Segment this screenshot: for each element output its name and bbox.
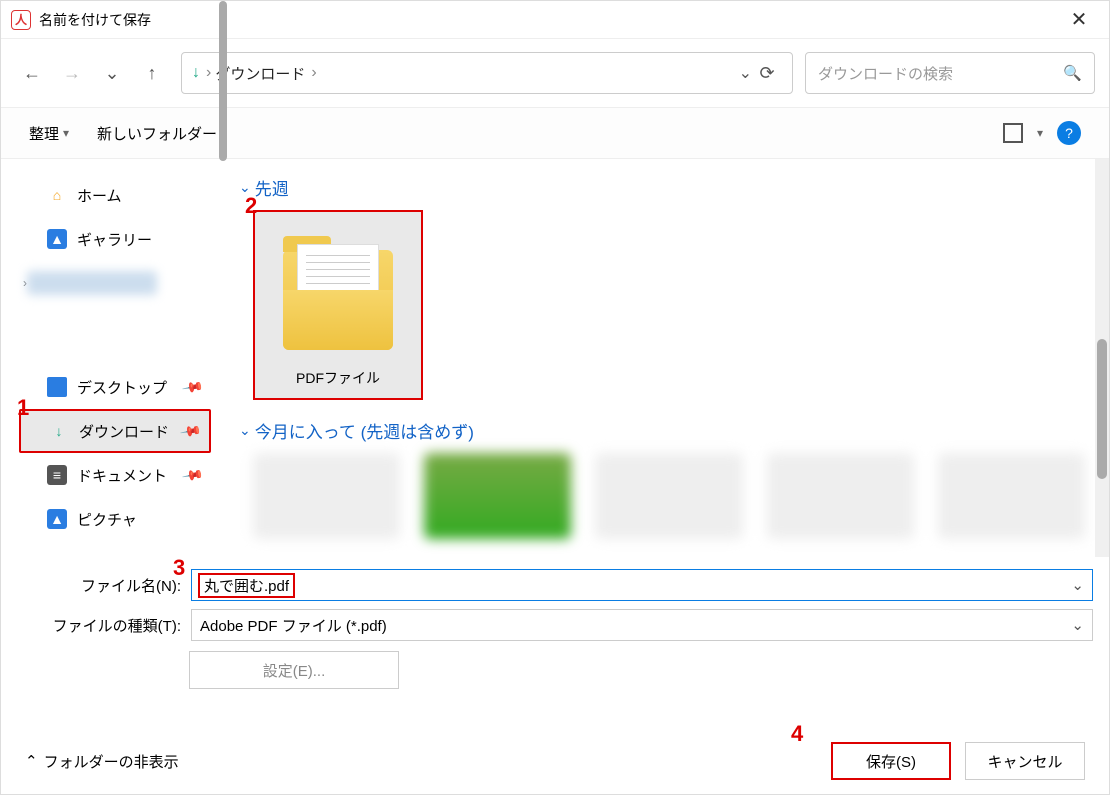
search-placeholder: ダウンロードの検索 <box>818 63 953 84</box>
filename-row: ファイル名(N): 丸で囲む.pdf ⌄ <box>1 565 1109 605</box>
redacted-item <box>27 271 157 295</box>
annotation-3: 3 <box>173 555 185 581</box>
pictures-icon: ▲ <box>47 509 67 529</box>
sidebar: ⌂ ホーム ▲ ギャラリー › デスクトップ 📌 ↓ ダウンロード 📌 <box>1 159 217 557</box>
chevron-down-icon: ▾ <box>1037 126 1043 140</box>
main-area: ⌂ ホーム ▲ ギャラリー › デスクトップ 📌 ↓ ダウンロード 📌 <box>1 159 1109 557</box>
form-area: ファイル名(N): 丸で囲む.pdf ⌄ ファイルの種類(T): Adobe P… <box>1 557 1109 689</box>
footer: ⌃ フォルダーの非表示 保存(S) キャンセル <box>1 742 1109 780</box>
cancel-button[interactable]: キャンセル <box>965 742 1085 780</box>
save-dialog: 人 名前を付けて保存 ✕ ← → ⌄ ↑ ↓ › ダウンロード › ⌄ ⟳ ダウ… <box>0 0 1110 795</box>
document-icon: ≡ <box>47 465 67 485</box>
up-button[interactable]: ↑ <box>135 56 169 90</box>
content-scrollbar[interactable] <box>1095 159 1109 557</box>
file-thumb[interactable] <box>767 453 914 539</box>
hide-folders-toggle[interactable]: ⌃ フォルダーの非表示 <box>25 751 179 772</box>
pin-icon: 📌 <box>178 419 202 443</box>
nav-row: ← → ⌄ ↑ ↓ › ダウンロード › ⌄ ⟳ ダウンロードの検索 🔍 <box>1 39 1109 107</box>
sidebar-item-pictures[interactable]: ▲ ピクチャ <box>19 497 211 541</box>
thumbnail-row <box>253 453 1085 539</box>
search-input[interactable]: ダウンロードの検索 🔍 <box>805 52 1095 94</box>
settings-button[interactable]: 設定(E)... <box>189 651 399 689</box>
toolbar: 整理 ▾ 新しいフォルダー ▾ ? <box>1 107 1109 159</box>
filename-input[interactable]: 丸で囲む.pdf ⌄ <box>191 569 1093 601</box>
recent-dropdown[interactable]: ⌄ <box>95 56 129 90</box>
chevron-down-icon: ⌄ <box>239 422 251 439</box>
window-title: 名前を付けて保存 <box>39 10 1059 30</box>
file-thumb[interactable] <box>424 453 571 539</box>
annotation-1: 1 <box>17 395 29 421</box>
home-icon: ⌂ <box>47 185 67 205</box>
view-mode-button[interactable] <box>1003 123 1023 143</box>
sidebar-item-onedrive[interactable]: › <box>19 261 211 305</box>
filename-label: ファイル名(N): <box>1 575 185 596</box>
new-folder-button[interactable]: 新しいフォルダー <box>97 123 217 144</box>
folder-icon <box>283 250 393 350</box>
title-bar: 人 名前を付けて保存 ✕ <box>1 1 1109 39</box>
desktop-icon <box>47 377 67 397</box>
app-icon: 人 <box>11 10 31 30</box>
chevron-up-icon: ⌃ <box>25 752 38 770</box>
refresh-button[interactable]: ⟳ <box>748 63 786 84</box>
chevron-down-icon[interactable]: ⌄ <box>1071 616 1084 634</box>
search-icon: 🔍 <box>1063 64 1082 82</box>
group-header-this-month[interactable]: ⌄ 今月に入って (先週は含めず) <box>239 418 1085 443</box>
filetype-row: ファイルの種類(T): Adobe PDF ファイル (*.pdf) ⌄ <box>1 605 1109 645</box>
address-bar[interactable]: ↓ › ダウンロード › ⌄ ⟳ <box>181 52 793 94</box>
organize-menu[interactable]: 整理 ▾ <box>29 123 69 144</box>
gallery-icon: ▲ <box>47 229 67 249</box>
filetype-label: ファイルの種類(T): <box>1 615 185 636</box>
folder-item-selected[interactable]: PDFファイル <box>253 210 423 400</box>
breadcrumb-current[interactable]: ダウンロード <box>215 63 305 84</box>
pin-icon: 📌 <box>180 463 204 487</box>
chevron-down-icon: ▾ <box>63 126 69 140</box>
file-thumb[interactable] <box>253 453 400 539</box>
sidebar-item-downloads[interactable]: ↓ ダウンロード 📌 <box>19 409 211 453</box>
file-thumb[interactable] <box>595 453 742 539</box>
download-icon: ↓ <box>192 64 200 82</box>
annotation-4: 4 <box>791 721 803 747</box>
file-thumb[interactable] <box>938 453 1085 539</box>
back-button[interactable]: ← <box>15 56 49 90</box>
save-button[interactable]: 保存(S) <box>831 742 951 780</box>
breadcrumb-sep: › <box>311 64 316 82</box>
help-button[interactable]: ? <box>1057 121 1081 145</box>
filetype-select[interactable]: Adobe PDF ファイル (*.pdf) ⌄ <box>191 609 1093 641</box>
file-list: ⌄ 先週 PDFファイル ⌄ 今月に入って (先週は含めず) <box>217 159 1095 557</box>
breadcrumb-sep: › <box>206 64 211 82</box>
annotation-2: 2 <box>245 193 257 219</box>
sidebar-item-documents[interactable]: ≡ ドキュメント 📌 <box>19 453 211 497</box>
sidebar-item-gallery[interactable]: ▲ ギャラリー <box>19 217 211 261</box>
folder-label: PDFファイル <box>296 368 380 388</box>
sidebar-scroll-thumb[interactable] <box>219 1 227 161</box>
chevron-down-icon[interactable]: ⌄ <box>1071 576 1084 594</box>
close-button[interactable]: ✕ <box>1059 7 1099 32</box>
sidebar-item-desktop[interactable]: デスクトップ 📌 <box>19 365 211 409</box>
pin-icon: 📌 <box>180 375 204 399</box>
download-icon: ↓ <box>49 421 69 441</box>
sidebar-item-home[interactable]: ⌂ ホーム <box>19 173 211 217</box>
group-header-last-week[interactable]: ⌄ 先週 <box>239 175 1085 200</box>
forward-button[interactable]: → <box>55 56 89 90</box>
